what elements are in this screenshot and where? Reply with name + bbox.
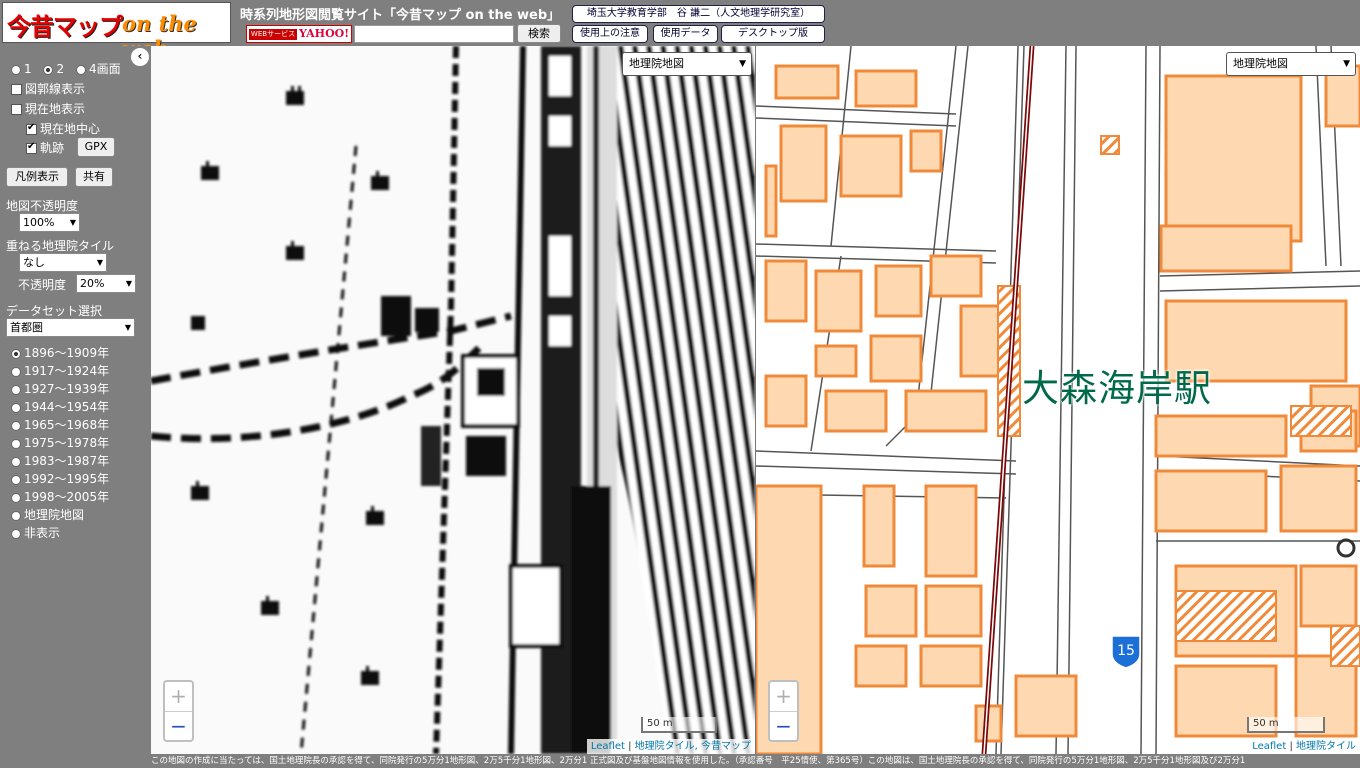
left-attribution: Leaflet | 地理院タイル, 今昔マップ bbox=[586, 739, 755, 754]
zoom-out-button[interactable]: − bbox=[770, 711, 797, 740]
logo-main-text: 今昔マップ bbox=[7, 13, 123, 41]
checkbox-icon[interactable] bbox=[26, 141, 37, 154]
period-option[interactable]: 非表示 bbox=[11, 524, 60, 541]
gsi-map-pane[interactable]: 大森海岸駅 15 地理院地図 + − 50 m Leaflet | 地理院タイル bbox=[756, 46, 1360, 754]
period-option[interactable]: 1927～1939年 bbox=[11, 380, 109, 397]
view-mode-group: 1 2 4画面 bbox=[11, 60, 121, 77]
legend-button[interactable]: 凡例表示 bbox=[6, 167, 68, 187]
radio-icon[interactable] bbox=[43, 64, 54, 75]
radio-icon[interactable] bbox=[11, 510, 21, 521]
opacity-select[interactable]: 100% bbox=[19, 213, 80, 232]
footer-notice: この地図の作成に当たっては、国土地理院長の承認を得て、同院発行の5万分1地形図、… bbox=[151, 754, 1360, 768]
checkbox-icon[interactable] bbox=[26, 122, 37, 135]
left-zoom-control: + − bbox=[163, 680, 194, 742]
usage-notes-button[interactable]: 使用上の注意 bbox=[572, 25, 648, 43]
grid-lines-option[interactable]: 図郭線表示 bbox=[11, 80, 85, 97]
view-mode-2[interactable]: 2 bbox=[43, 62, 64, 76]
route-shield-icon: 15 bbox=[1111, 635, 1141, 668]
dataset-select[interactable]: 首都圏 bbox=[6, 318, 135, 337]
view-mode-4[interactable]: 4画面 bbox=[75, 62, 121, 76]
radio-icon[interactable] bbox=[11, 366, 21, 377]
right-layer-select[interactable]: 地理院地図 bbox=[1226, 52, 1356, 76]
opacity-label: 地図不透明度 bbox=[6, 199, 79, 213]
zoom-out-button[interactable]: − bbox=[165, 711, 192, 740]
old-map-pane[interactable]: 地理院地図 + − 50 m Leaflet | 地理院タイル, 今昔マップ bbox=[151, 46, 755, 754]
leaflet-link[interactable]: Leaflet bbox=[1252, 741, 1286, 752]
credit-link[interactable]: 埼玉大学教育学部 谷 謙二（人文地理学研究室） bbox=[572, 5, 825, 23]
current-location-option[interactable]: 現在地表示 bbox=[11, 100, 85, 117]
station-label: 大森海岸駅 bbox=[1022, 367, 1212, 410]
overlay-opacity-label: 不透明度 bbox=[18, 278, 67, 292]
site-logo[interactable]: 今昔マップ on the web bbox=[2, 2, 231, 61]
gpx-button[interactable]: GPX bbox=[77, 137, 115, 157]
track-option[interactable]: 軌跡 bbox=[26, 139, 64, 156]
period-option[interactable]: 1917～1924年 bbox=[11, 362, 109, 379]
collapse-sidebar-button[interactable]: ‹ bbox=[131, 48, 149, 66]
right-scale-bar: 50 m bbox=[1247, 717, 1325, 733]
overlay-tile-label: 重ねる地理院タイル bbox=[6, 239, 115, 253]
zoom-in-button[interactable]: + bbox=[165, 682, 192, 711]
radio-icon[interactable] bbox=[11, 348, 21, 359]
checkbox-icon[interactable] bbox=[11, 104, 22, 115]
tile-credit-link[interactable]: 地理院タイル, 今昔マップ bbox=[635, 741, 751, 752]
period-option[interactable]: 1965～1968年 bbox=[11, 416, 109, 433]
radio-icon[interactable] bbox=[11, 492, 21, 503]
right-zoom-control: + − bbox=[768, 680, 799, 742]
overlay-tile-select[interactable]: なし bbox=[19, 253, 107, 272]
period-option[interactable]: 1896～1909年 bbox=[11, 344, 109, 361]
radio-icon[interactable] bbox=[11, 420, 21, 431]
radio-icon[interactable] bbox=[11, 474, 21, 485]
tile-credit-link[interactable]: 地理院タイル bbox=[1296, 741, 1356, 752]
radio-icon[interactable] bbox=[11, 456, 21, 467]
old-map-image bbox=[151, 46, 755, 754]
dataset-label: データセット選択 bbox=[6, 304, 103, 318]
center-on-location-option[interactable]: 現在地中心 bbox=[26, 120, 100, 137]
route-number: 15 bbox=[1117, 643, 1135, 659]
period-option[interactable]: 1944～1954年 bbox=[11, 398, 109, 415]
overlay-opacity-select[interactable]: 20% bbox=[76, 274, 136, 293]
period-option[interactable]: 地理院地図 bbox=[11, 506, 84, 523]
search-button[interactable]: 検索 bbox=[517, 24, 561, 43]
zoom-in-button[interactable]: + bbox=[770, 682, 797, 711]
yahoo-logo: YAHOO! bbox=[299, 27, 350, 40]
radio-icon[interactable] bbox=[75, 64, 86, 75]
checkbox-icon[interactable] bbox=[11, 84, 22, 95]
webservice-label: WEBサービス bbox=[249, 29, 297, 40]
period-option[interactable]: 1983～1987年 bbox=[11, 452, 109, 469]
right-attribution: Leaflet | 地理院タイル bbox=[1248, 739, 1360, 754]
yahoo-webservice-badge[interactable]: WEBサービス YAHOO! bbox=[246, 25, 352, 43]
radio-icon[interactable] bbox=[11, 64, 21, 75]
search-input[interactable] bbox=[354, 25, 514, 43]
site-title: 時系列地形図閲覧サイト「今昔マップ on the web」 bbox=[240, 8, 561, 23]
radio-icon[interactable] bbox=[11, 438, 21, 449]
share-button[interactable]: 共有 bbox=[75, 167, 113, 187]
left-scale-bar: 50 m bbox=[641, 717, 717, 733]
desktop-version-button[interactable]: デスクトップ版 bbox=[721, 25, 825, 43]
period-option[interactable]: 1998～2005年 bbox=[11, 488, 109, 505]
radio-icon[interactable] bbox=[11, 402, 21, 413]
sidebar: ‹ 1 2 4画面 図郭線表示 現在地表示 現在地中心 軌跡 GPX 凡例表示 … bbox=[0, 46, 151, 768]
data-used-button[interactable]: 使用データ bbox=[653, 25, 718, 43]
left-layer-select[interactable]: 地理院地図 bbox=[622, 52, 752, 76]
view-mode-1[interactable]: 1 bbox=[11, 62, 32, 76]
period-option[interactable]: 1975～1978年 bbox=[11, 434, 109, 451]
period-option[interactable]: 1992～1995年 bbox=[11, 470, 109, 487]
leaflet-link[interactable]: Leaflet bbox=[591, 741, 625, 752]
radio-icon[interactable] bbox=[11, 384, 21, 395]
radio-icon[interactable] bbox=[11, 528, 21, 539]
header-bar: 今昔マップ on the web 時系列地形図閲覧サイト「今昔マップ on th… bbox=[0, 0, 1360, 61]
